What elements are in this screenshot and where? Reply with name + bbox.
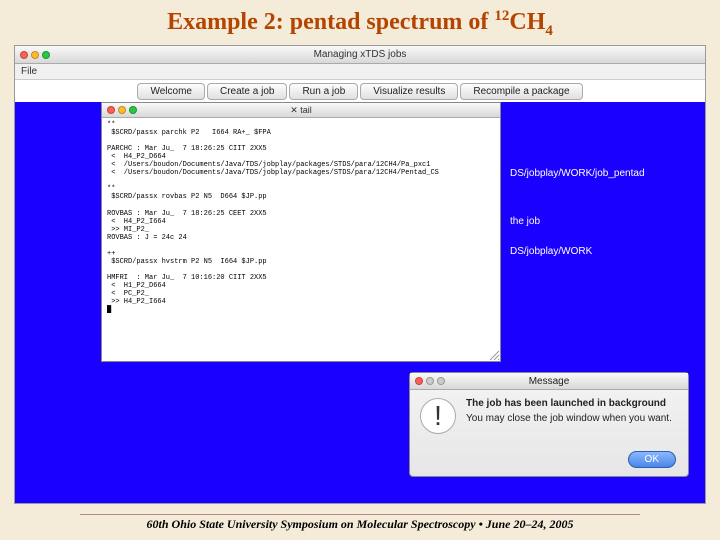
message-title: Message bbox=[460, 376, 638, 387]
zoom-icon bbox=[437, 377, 445, 385]
message-line2: You may close the job window when you wa… bbox=[466, 413, 672, 424]
close-icon[interactable] bbox=[415, 377, 423, 385]
title-sub: 4 bbox=[545, 23, 553, 39]
terminal-output: ** $SCRD/passx parchk P2 I664 RA+_ $FPA … bbox=[102, 118, 500, 317]
tab-row: Welcome Create a job Run a job Visualize… bbox=[15, 80, 705, 102]
footer-text: 60th Ohio State University Symposium on … bbox=[147, 517, 574, 531]
title-sup: 12 bbox=[494, 8, 509, 24]
menu-file[interactable]: File bbox=[21, 66, 37, 77]
close-icon[interactable] bbox=[20, 51, 28, 59]
window-controls[interactable] bbox=[15, 51, 65, 59]
path-label-1: DS/jobplay/WORK/job_pentad bbox=[510, 168, 645, 179]
tab-run-job[interactable]: Run a job bbox=[289, 83, 358, 100]
minimize-icon[interactable] bbox=[31, 51, 39, 59]
path-label-2: the job bbox=[510, 216, 540, 227]
ok-button[interactable]: OK bbox=[628, 451, 676, 468]
minimize-icon[interactable] bbox=[118, 106, 126, 114]
message-titlebar: Message bbox=[410, 373, 688, 390]
tab-create-job[interactable]: Create a job bbox=[207, 83, 287, 100]
app-titlebar: Managing xTDS jobs bbox=[15, 46, 705, 64]
terminal-window: ✕ tail ** $SCRD/passx parchk P2 I664 RA+… bbox=[101, 102, 501, 362]
minimize-icon bbox=[426, 377, 434, 385]
slide-title: Example 2: pentad spectrum of 12CH4 bbox=[0, 0, 720, 42]
tab-visualize[interactable]: Visualize results bbox=[360, 83, 458, 100]
alert-icon: ! bbox=[420, 398, 456, 434]
title-prefix: Example 2: pentad spectrum of bbox=[167, 9, 494, 35]
menubar: File bbox=[15, 64, 705, 80]
app-title: Managing xTDS jobs bbox=[65, 49, 655, 60]
message-dialog: Message ! The job has been launched in b… bbox=[409, 372, 689, 477]
message-window-controls[interactable] bbox=[410, 377, 460, 385]
footer-rule bbox=[80, 514, 640, 515]
message-body: ! The job has been launched in backgroun… bbox=[410, 390, 688, 442]
path-label-3: DS/jobplay/WORK bbox=[510, 246, 592, 257]
close-icon[interactable] bbox=[107, 106, 115, 114]
zoom-icon[interactable] bbox=[42, 51, 50, 59]
title-mid: CH bbox=[509, 9, 545, 35]
tab-recompile[interactable]: Recompile a package bbox=[460, 83, 582, 100]
terminal-x-icon: ✕ bbox=[290, 105, 300, 115]
tab-welcome[interactable]: Welcome bbox=[137, 83, 205, 100]
message-text: The job has been launched in background … bbox=[466, 398, 672, 434]
terminal-window-controls[interactable] bbox=[102, 106, 152, 114]
main-app-window: Managing xTDS jobs File Welcome Create a… bbox=[14, 45, 706, 504]
message-line1: The job has been launched in background bbox=[466, 398, 672, 409]
content-area: DS/jobplay/WORK/job_pentad the job DS/jo… bbox=[15, 102, 705, 503]
slide-footer: 60th Ohio State University Symposium on … bbox=[0, 514, 720, 532]
resize-handle-icon[interactable] bbox=[488, 349, 500, 361]
zoom-icon[interactable] bbox=[129, 106, 137, 114]
terminal-titlebar: ✕ tail bbox=[102, 103, 500, 118]
terminal-title: ✕ tail bbox=[152, 105, 450, 116]
